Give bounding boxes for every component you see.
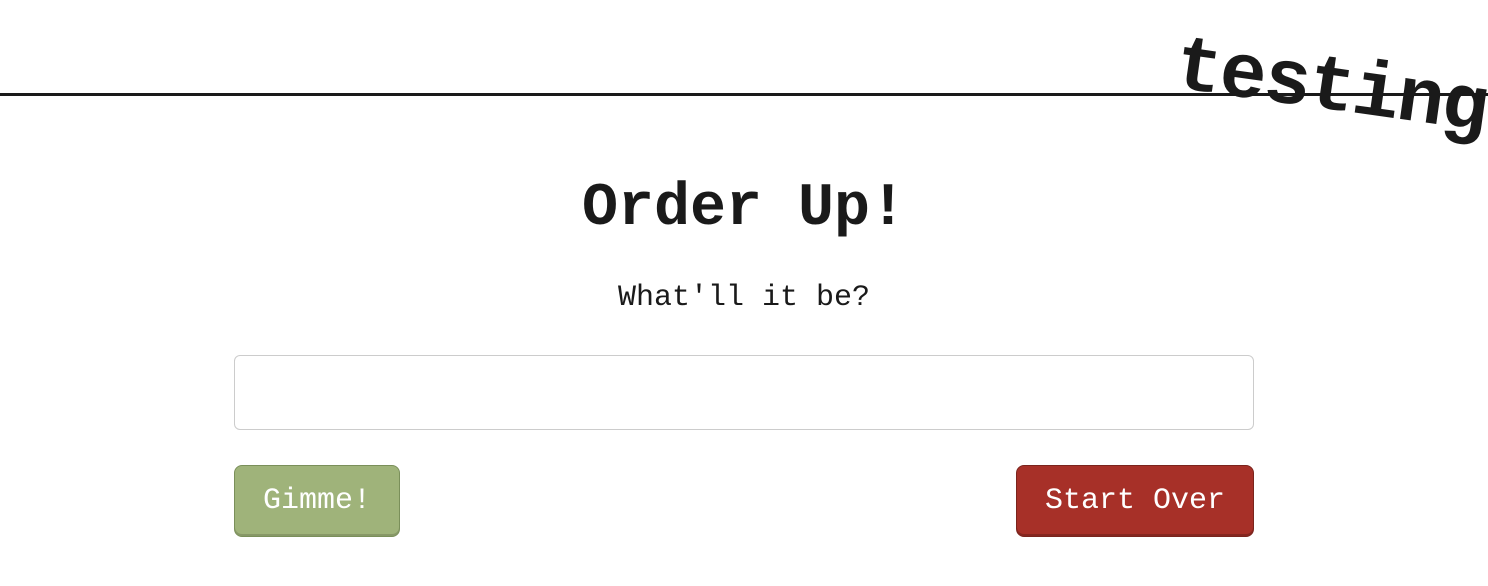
page-title: Order Up! [234,175,1254,243]
order-input[interactable] [234,355,1254,430]
main-content: Order Up! What'll it be? Gimme! Start Ov… [234,175,1254,537]
gimme-button[interactable]: Gimme! [234,465,400,537]
environment-ribbon: testing [1170,24,1488,155]
start-over-button[interactable]: Start Over [1016,465,1254,537]
order-prompt: What'll it be? [234,281,1254,315]
button-row: Gimme! Start Over [234,465,1254,537]
